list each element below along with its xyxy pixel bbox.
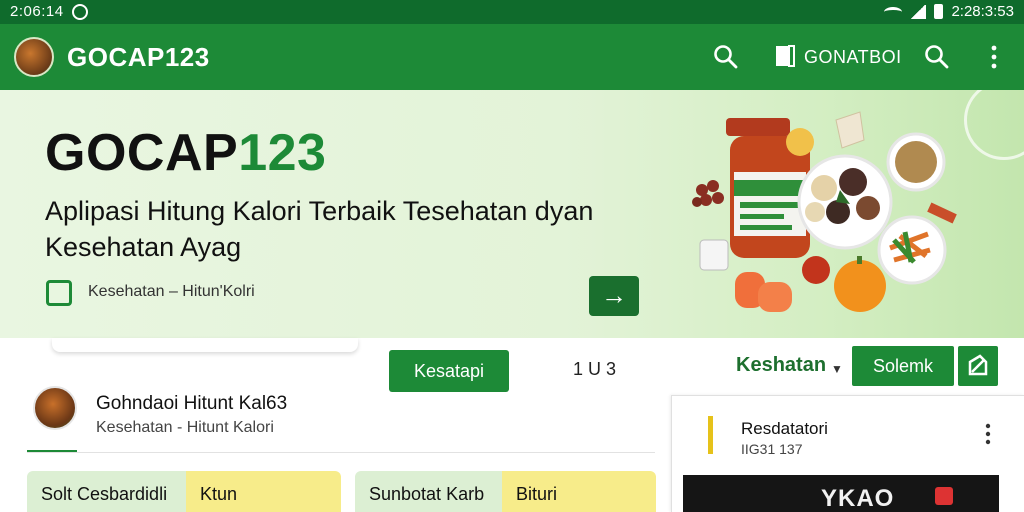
tile-right-label: Bituri (516, 484, 558, 504)
app-title: GOCAP123 (67, 42, 210, 72)
profile-name: Gohndaoi Hitunt Kal63 (96, 393, 288, 414)
hero-banner: GOCAP123 Aplipasi Hitung Kalori Terbaik … (0, 90, 1024, 338)
tile-left-label: Solt Cesbardidli (41, 484, 168, 504)
document-icon[interactable] (775, 44, 795, 68)
hero-title: GOCAP123 (45, 123, 326, 183)
tile-left-label: Sunbotat Karb (369, 484, 485, 504)
profile-subtitle: Kesehatan - Hitunt Kalori (96, 419, 274, 436)
hero-title-main: GOCAP (45, 124, 239, 182)
side-card-accent-bar (708, 416, 713, 454)
bookmark-icon (46, 280, 72, 306)
secondary-button[interactable]: Solemk (852, 346, 954, 386)
more-vertical-icon[interactable] (984, 44, 1004, 70)
search-icon[interactable] (924, 44, 950, 70)
category-dropdown[interactable]: Keshatan (736, 354, 826, 377)
wifi-icon (884, 6, 903, 17)
app-logo[interactable] (14, 37, 54, 77)
tag-icon (968, 354, 988, 376)
side-card-subtitle: IIG31 137 (741, 441, 803, 457)
hero-arrow-button[interactable]: → (589, 276, 639, 316)
primary-filter-button[interactable]: Kesatapi (389, 350, 509, 392)
brand-logo-icon (935, 487, 953, 505)
status-indicators: 2:28:3:53 (884, 3, 1014, 20)
side-card-title: Resdatatori (741, 419, 828, 438)
avatar[interactable] (33, 386, 77, 430)
side-card-thumbnail[interactable]: YKAO (683, 475, 999, 512)
icon-button[interactable] (958, 346, 998, 386)
app-bar-action-label[interactable]: GONATBOI (804, 47, 902, 68)
status-time: 2:06:14 (10, 3, 64, 20)
divider (27, 452, 655, 453)
status-right-time: 2:28:3:53 (951, 3, 1014, 20)
hero-chip-label[interactable]: Kesehatan – Hitun'Kolri (88, 283, 255, 301)
hero-subtitle: Aplipasi Hitung Kalori Terbaik Tesehatan… (45, 196, 594, 262)
search-card-edge (52, 338, 358, 352)
status-bar: 2:06:14 2:28:3:53 (0, 0, 1024, 24)
category-tile[interactable]: Solt Cesbardidli Ktun (27, 471, 341, 512)
search-icon[interactable] (713, 44, 739, 70)
battery-icon (934, 4, 944, 19)
thumbnail-text: YKAO (821, 485, 895, 512)
tile-right-label: Ktun (200, 484, 238, 504)
result-count: 1 U 3 (573, 359, 617, 379)
chevron-down-icon[interactable]: ▼ (831, 362, 843, 376)
signal-icon (910, 4, 927, 19)
app-bar: GOCAP123 GONATBOI (0, 24, 1024, 90)
hero-title-accent: 123 (238, 124, 327, 182)
more-vertical-icon[interactable] (980, 422, 996, 446)
sync-icon (72, 4, 88, 20)
category-tile[interactable]: Sunbotat Karb Bituri (355, 471, 656, 512)
